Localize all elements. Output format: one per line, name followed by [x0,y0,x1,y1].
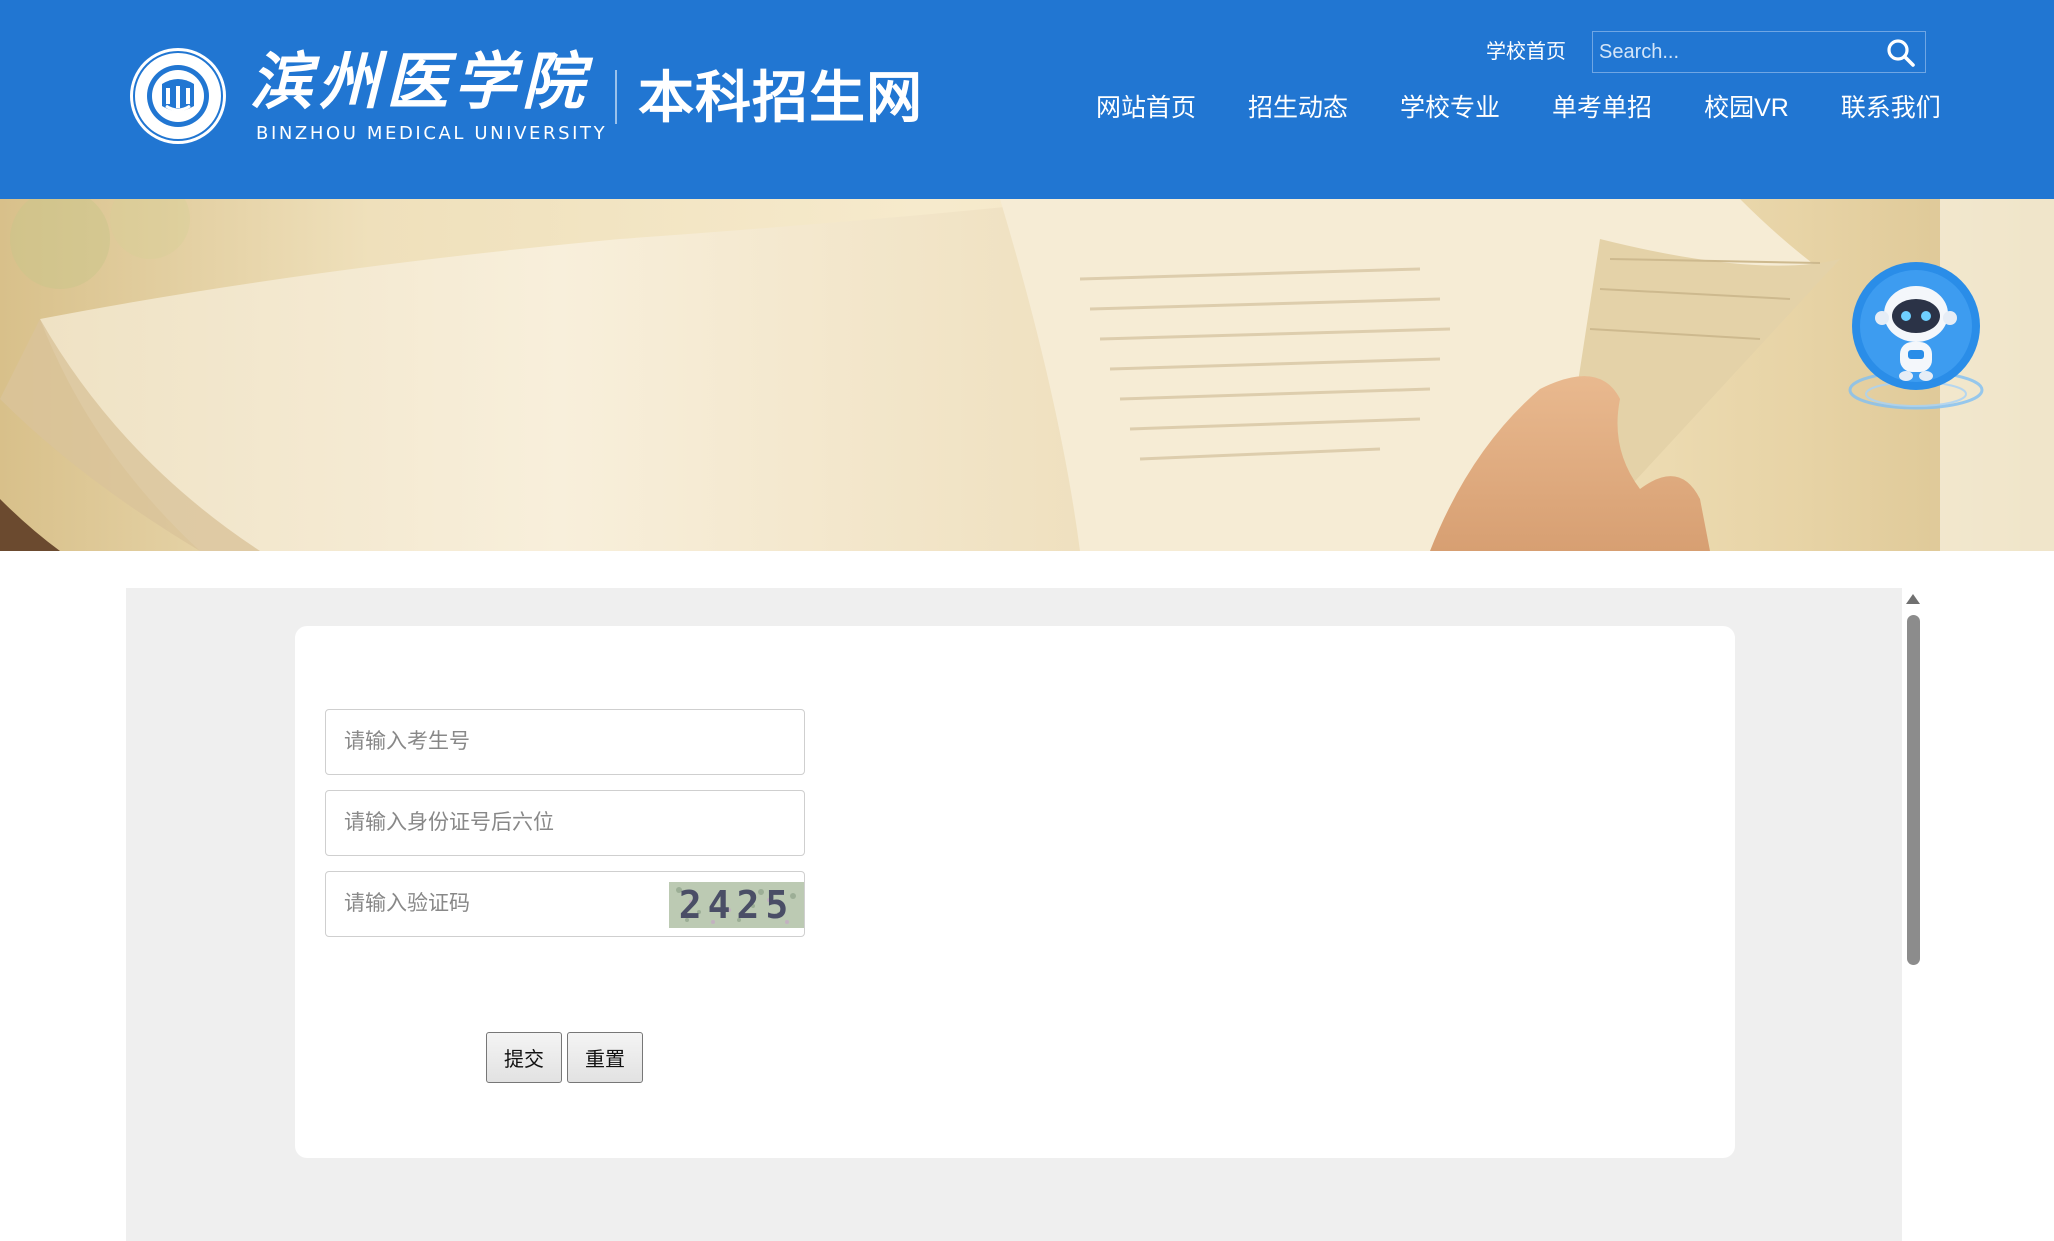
university-seal-logo[interactable] [128,44,228,148]
reset-button[interactable]: 重置 [567,1032,643,1083]
nav-item-single-exam[interactable]: 单考单招 [1552,88,1652,128]
robot-assistant-icon[interactable] [1846,262,1986,422]
site-header: 滨州医学院 BINZHOU MEDICAL UNIVERSITY 本科招生网 学… [0,0,2054,199]
main-nav: 网站首页 招生动态 学校专业 单考单招 校园VR 联系我们 [1096,88,1941,128]
candidate-number-input[interactable] [326,710,804,774]
captcha-input[interactable] [326,872,666,936]
captcha-field: 2425 [325,871,805,937]
logo-chinese-name: 滨州医学院 [250,45,591,118]
submit-button[interactable]: 提交 [486,1032,562,1083]
scrollbar-thumb[interactable] [1907,615,1920,965]
captcha-code: 2425 [678,883,795,927]
site-title: 本科招生网 [638,66,923,129]
search-input[interactable] [1593,32,1873,72]
logo-divider [615,70,617,124]
search-box [1592,31,1926,73]
open-book-illustration [0,199,2054,551]
id-last-six-input[interactable] [326,791,804,855]
id-last-six-field [325,790,805,856]
scroll-up-arrow-icon[interactable] [1906,594,1920,604]
nav-item-home[interactable]: 网站首页 [1096,88,1196,128]
nav-item-campus-vr[interactable]: 校园VR [1704,88,1789,128]
captcha-image[interactable]: 2425 [669,882,804,928]
banner-image [0,199,2054,551]
nav-item-majors[interactable]: 学校专业 [1400,88,1500,128]
search-icon[interactable] [1885,37,1917,69]
candidate-number-field [325,709,805,775]
logo-english-name: BINZHOU MEDICAL UNIVERSITY [256,123,608,144]
nav-item-admission-news[interactable]: 招生动态 [1248,88,1348,128]
school-home-link[interactable]: 学校首页 [1486,38,1566,66]
nav-item-contact[interactable]: 联系我们 [1841,88,1941,128]
